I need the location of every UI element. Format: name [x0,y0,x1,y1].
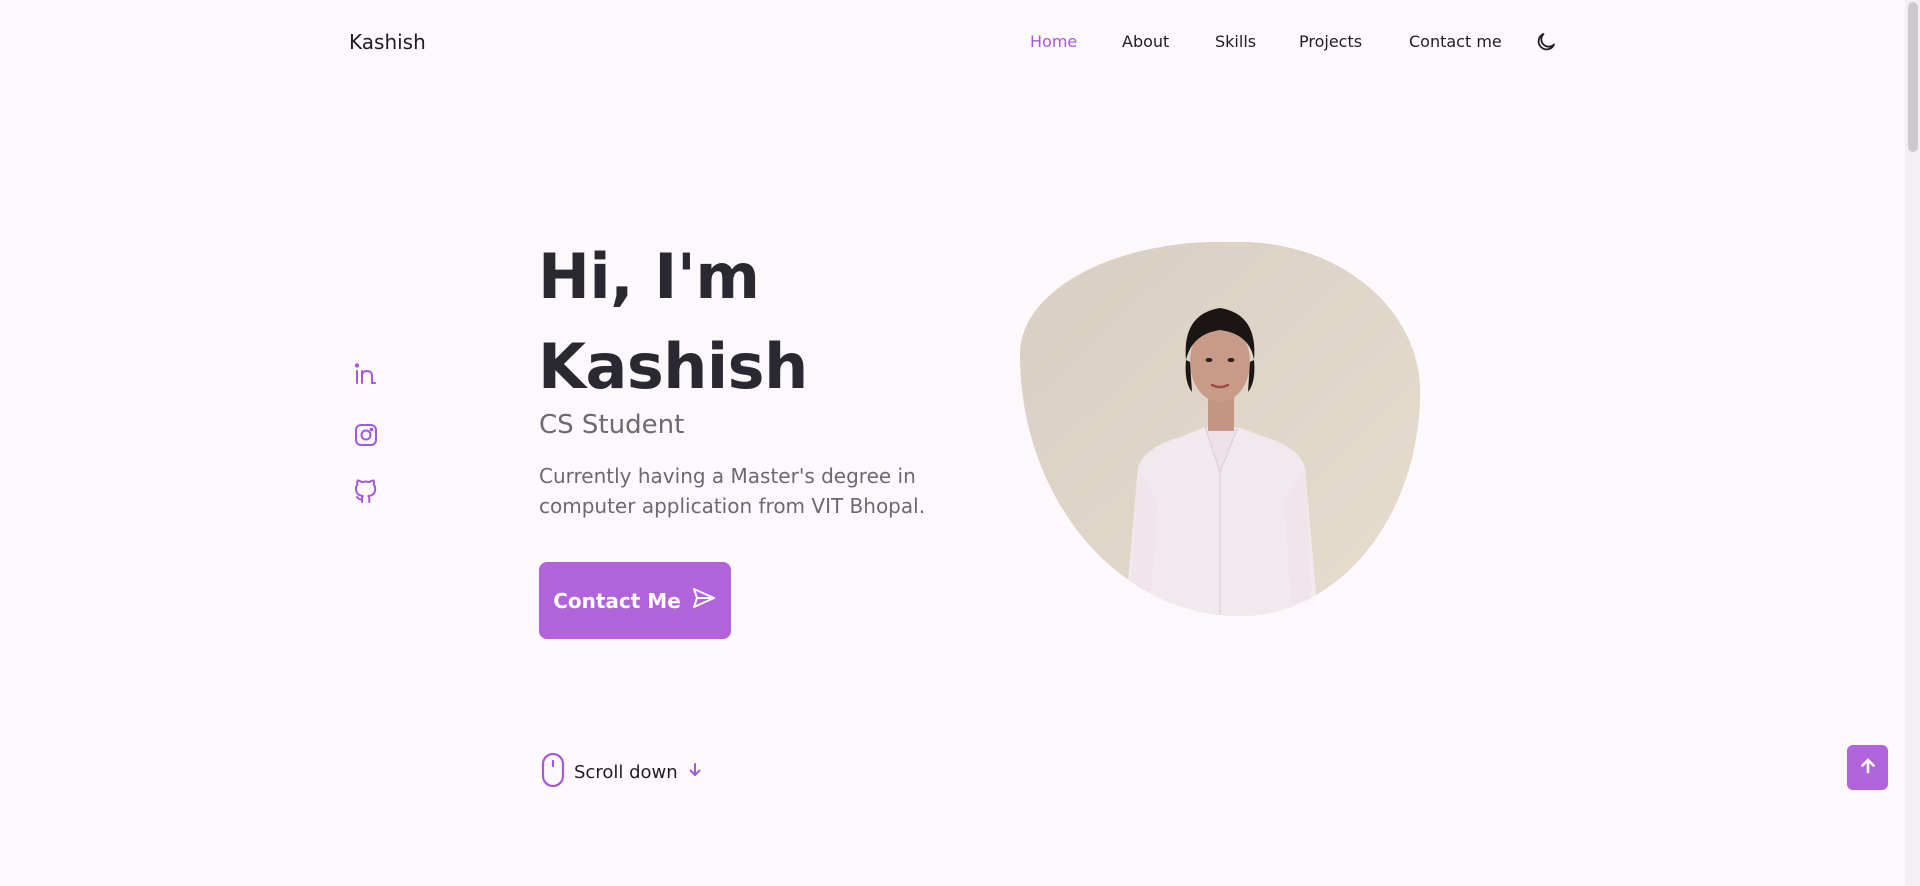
nav-skills[interactable]: Skills [1215,32,1256,51]
page-scrollbar[interactable] [1905,0,1920,886]
instagram-icon[interactable] [352,421,380,449]
send-icon [691,585,717,616]
linkedin-icon[interactable] [352,360,380,388]
hero-title-line1: Hi, I'm [538,240,760,313]
contact-me-button[interactable]: Contact Me [539,562,731,639]
github-icon[interactable] [352,478,380,506]
hero-subtitle: CS Student [539,410,685,440]
moon-icon[interactable] [1534,30,1558,54]
arrow-up-icon [1858,756,1878,780]
nav-contact[interactable]: Contact me [1409,32,1502,51]
hero-title: Hi, I'm Kashish [538,232,808,412]
contact-me-label: Contact Me [553,588,681,613]
profile-photo [1020,242,1420,616]
site-logo[interactable]: Kashish [349,30,426,54]
hero-title-line2: Kashish [538,330,808,403]
scroll-down-label: Scroll down [574,761,678,783]
site-header: Kashish Home About Skills Projects Conta… [0,0,1905,86]
scrollbar-thumb[interactable] [1908,2,1918,152]
mouse-icon [540,752,566,792]
scroll-up-button[interactable] [1847,745,1888,790]
nav-projects[interactable]: Projects [1299,32,1362,51]
nav-home[interactable]: Home [1030,32,1077,51]
nav-about[interactable]: About [1122,32,1169,51]
hero-description: Currently having a Master's degree in co… [539,464,926,518]
arrow-down-icon [686,761,704,783]
scroll-down[interactable]: Scroll down [540,752,704,792]
